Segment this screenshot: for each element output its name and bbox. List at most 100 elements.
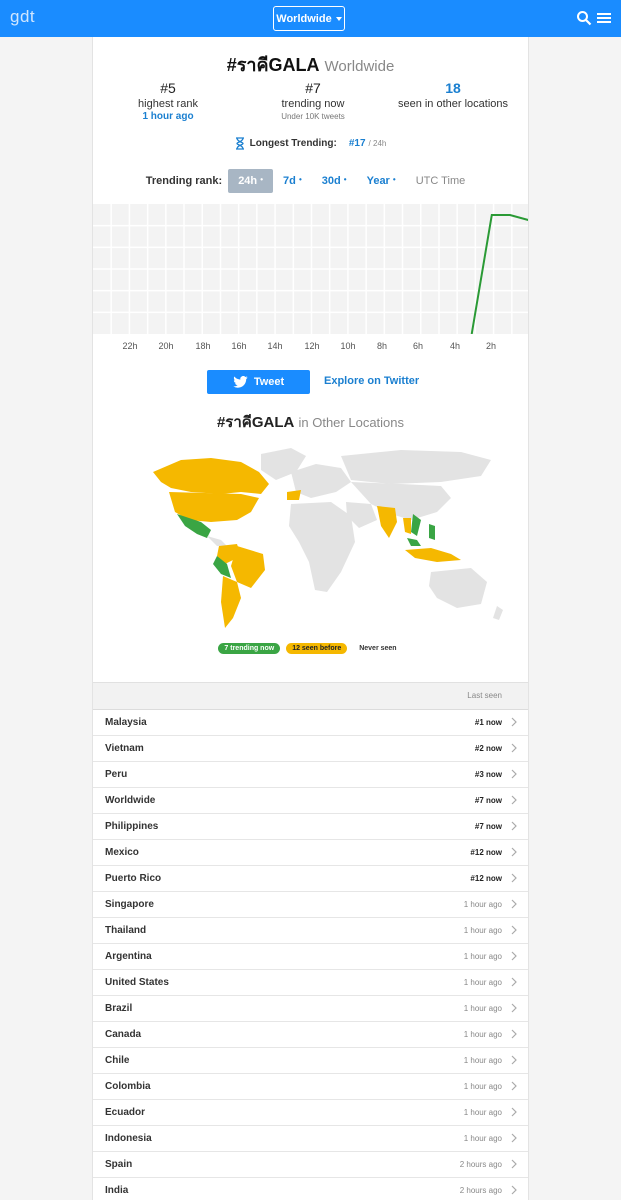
tweet-button[interactable]: Tweet — [207, 370, 310, 394]
chevron-right-icon — [511, 1003, 517, 1013]
list-item[interactable]: Singapore 1 hour ago — [93, 892, 528, 918]
chart-x-tick-label: 20h — [158, 341, 174, 351]
longest-trending-unit: / 24h — [368, 139, 387, 148]
chevron-right-icon — [511, 795, 517, 805]
list-item[interactable]: Philippines #7 now — [93, 814, 528, 840]
legend-trending: 7 trending now — [218, 643, 281, 654]
list-item[interactable]: Indonesia 1 hour ago — [93, 1126, 528, 1152]
map-thailand[interactable] — [403, 518, 411, 534]
map-australia[interactable] — [429, 568, 487, 608]
menu-icon[interactable] — [596, 10, 612, 26]
trending-now-volume: Under 10K tweets — [281, 112, 345, 121]
map-indonesia[interactable] — [405, 548, 461, 562]
chevron-right-icon — [511, 873, 517, 883]
chevron-right-icon — [511, 1081, 517, 1091]
list-item[interactable]: Worldwide #7 now — [93, 788, 528, 814]
rank-chart — [93, 204, 528, 334]
list-item[interactable]: Thailand 1 hour ago — [93, 918, 528, 944]
list-item[interactable]: India 2 hours ago — [93, 1178, 528, 1200]
location-last-seen: #2 now — [474, 744, 502, 753]
other-locations-title: #ราคีGALA in Other Locations — [93, 410, 528, 434]
highest-rank-label: highest rank — [138, 98, 198, 110]
chart-x-tick-label: 22h — [122, 341, 138, 351]
twitter-bird-icon — [233, 376, 248, 388]
tab-7d-label: 7d — [283, 175, 296, 187]
search-icon[interactable] — [576, 10, 592, 26]
page-title: #ราคีGALA Worldwide — [93, 50, 528, 79]
list-item[interactable]: Puerto Rico #12 now — [93, 866, 528, 892]
longest-trending-value: #17 — [348, 138, 366, 149]
list-item[interactable]: Argentina 1 hour ago — [93, 944, 528, 970]
chevron-right-icon — [511, 1159, 517, 1169]
stat-highest-rank: #5 highest rank 1 hour ago — [113, 80, 223, 122]
world-map[interactable] — [141, 442, 511, 632]
hourglass-icon — [235, 137, 244, 150]
list-item[interactable]: Canada 1 hour ago — [93, 1022, 528, 1048]
map-africa[interactable] — [289, 502, 355, 592]
trend-card: #ราคีGALA Worldwide #5 highest rank 1 ho… — [92, 37, 529, 1200]
explore-on-twitter-link[interactable]: Explore on Twitter — [324, 375, 419, 387]
location-last-seen: 1 hour ago — [463, 952, 502, 961]
list-item[interactable]: Chile 1 hour ago — [93, 1048, 528, 1074]
tab-30d[interactable]: 30d • — [312, 169, 357, 193]
location-name: Indonesia — [105, 1133, 152, 1144]
tab-24h[interactable]: 24h • — [228, 169, 274, 193]
tab-7d[interactable]: 7d • — [273, 169, 312, 193]
stat-trending-now: #7 trending now Under 10K tweets — [258, 80, 368, 121]
location-name: Peru — [105, 769, 128, 780]
other-locations-suffix: in Other Locations — [298, 415, 405, 430]
location-name: Puerto Rico — [105, 873, 162, 884]
tab-year-label: Year — [366, 175, 390, 187]
list-item[interactable]: Mexico #12 now — [93, 840, 528, 866]
hashtag-title: #ราคีGALA — [226, 55, 320, 75]
map-argentina-chile[interactable] — [221, 576, 241, 628]
location-name: Spain — [105, 1159, 133, 1170]
location-name: Vietnam — [105, 743, 144, 754]
list-item[interactable]: Colombia 1 hour ago — [93, 1074, 528, 1100]
map-central-america[interactable] — [207, 536, 227, 546]
location-last-seen: #3 now — [474, 770, 502, 779]
map-spain[interactable] — [287, 490, 301, 500]
map-philippines[interactable] — [429, 524, 435, 540]
chart-x-tick-label: 16h — [231, 341, 247, 351]
list-item[interactable]: Peru #3 now — [93, 762, 528, 788]
utc-time-toggle[interactable]: UTC Time — [406, 169, 476, 193]
site-logo[interactable]: gdt — [10, 7, 35, 27]
location-name: Singapore — [105, 899, 154, 910]
rank-tabs-label: Trending rank: — [145, 175, 223, 187]
stat-other-locations[interactable]: 18 seen in other locations — [388, 80, 518, 110]
chart-x-tick-label: 8h — [376, 341, 388, 351]
tab-year[interactable]: Year • — [357, 169, 406, 193]
trending-now-label: trending now — [281, 98, 345, 110]
map-malaysia[interactable] — [407, 538, 421, 546]
list-item[interactable]: Vietnam #2 now — [93, 736, 528, 762]
list-item[interactable]: Malaysia #1 now — [93, 710, 528, 736]
location-dropdown-button[interactable]: Worldwide — [273, 6, 345, 31]
location-last-seen: 1 hour ago — [463, 978, 502, 987]
list-item[interactable]: Ecuador 1 hour ago — [93, 1100, 528, 1126]
location-name: Worldwide — [105, 795, 156, 806]
location-last-seen: #7 now — [474, 796, 502, 805]
list-item[interactable]: Brazil 1 hour ago — [93, 996, 528, 1022]
location-last-seen: 1 hour ago — [463, 1004, 502, 1013]
other-locations-value: 18 — [445, 80, 461, 96]
location-name: Philippines — [105, 821, 159, 832]
other-locations-label: seen in other locations — [397, 98, 509, 110]
map-legend: 7 trending now 12 seen before Never seen — [93, 643, 528, 654]
tab-30d-label: 30d — [321, 175, 341, 187]
location-dropdown-label: Worldwide — [276, 12, 332, 25]
map-canada[interactable] — [153, 458, 269, 494]
list-item[interactable]: United States 1 hour ago — [93, 970, 528, 996]
map-india[interactable] — [377, 506, 397, 538]
legend-never: Never seen — [359, 645, 397, 652]
location-last-seen: #12 now — [470, 874, 502, 883]
other-locations-hashtag: #ราคีGALA — [216, 414, 295, 431]
chevron-right-icon — [511, 899, 517, 909]
map-new-zealand[interactable] — [493, 606, 503, 620]
map-russia[interactable] — [341, 450, 491, 484]
location-last-seen: 1 hour ago — [463, 926, 502, 935]
list-item[interactable]: Spain 2 hours ago — [93, 1152, 528, 1178]
chevron-right-icon — [511, 1133, 517, 1143]
last-seen-header: Last seen — [467, 691, 502, 700]
chevron-right-icon — [511, 821, 517, 831]
